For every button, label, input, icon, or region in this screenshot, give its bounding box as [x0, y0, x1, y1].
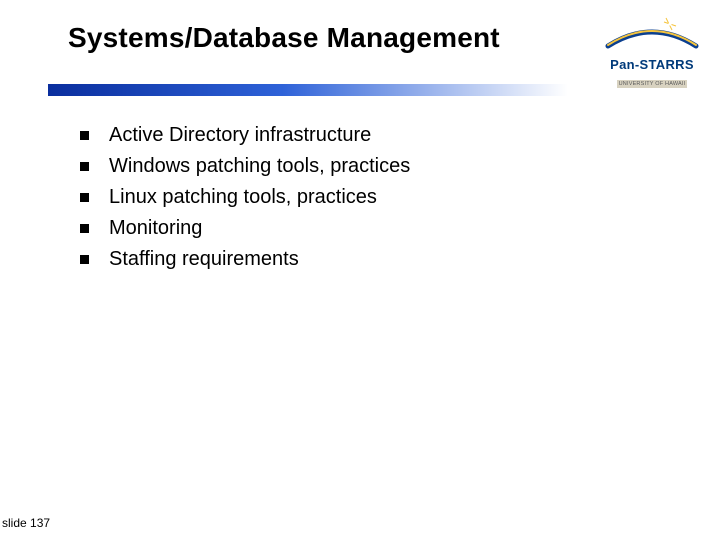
bullet-marker-icon [80, 162, 89, 171]
bullet-text: Staffing requirements [109, 246, 299, 273]
bullet-text: Windows patching tools, practices [109, 153, 410, 180]
slide: Systems/Database Management Pan-STARRS U… [0, 0, 720, 540]
bullet-marker-icon [80, 193, 89, 202]
bullet-marker-icon [80, 224, 89, 233]
page-title: Systems/Database Management [68, 22, 500, 54]
title-divider [48, 84, 568, 96]
bullet-text: Monitoring [109, 215, 202, 242]
logo-text: Pan-STARRS [598, 57, 706, 72]
brand-logo: Pan-STARRS UNIVERSITY OF HAWAII [598, 16, 706, 90]
bullet-text: Linux patching tools, practices [109, 184, 377, 211]
star-icon [664, 18, 676, 30]
logo-arc-icon [602, 16, 702, 50]
bullet-text: Active Directory infrastructure [109, 122, 371, 149]
list-item: Active Directory infrastructure [80, 122, 410, 149]
logo-subtext: UNIVERSITY OF HAWAII [617, 80, 688, 88]
bullet-list: Active Directory infrastructure Windows … [80, 122, 410, 277]
list-item: Staffing requirements [80, 246, 410, 273]
list-item: Windows patching tools, practices [80, 153, 410, 180]
bullet-marker-icon [80, 131, 89, 140]
list-item: Monitoring [80, 215, 410, 242]
slide-number: slide 137 [2, 516, 50, 530]
bullet-marker-icon [80, 255, 89, 264]
list-item: Linux patching tools, practices [80, 184, 410, 211]
